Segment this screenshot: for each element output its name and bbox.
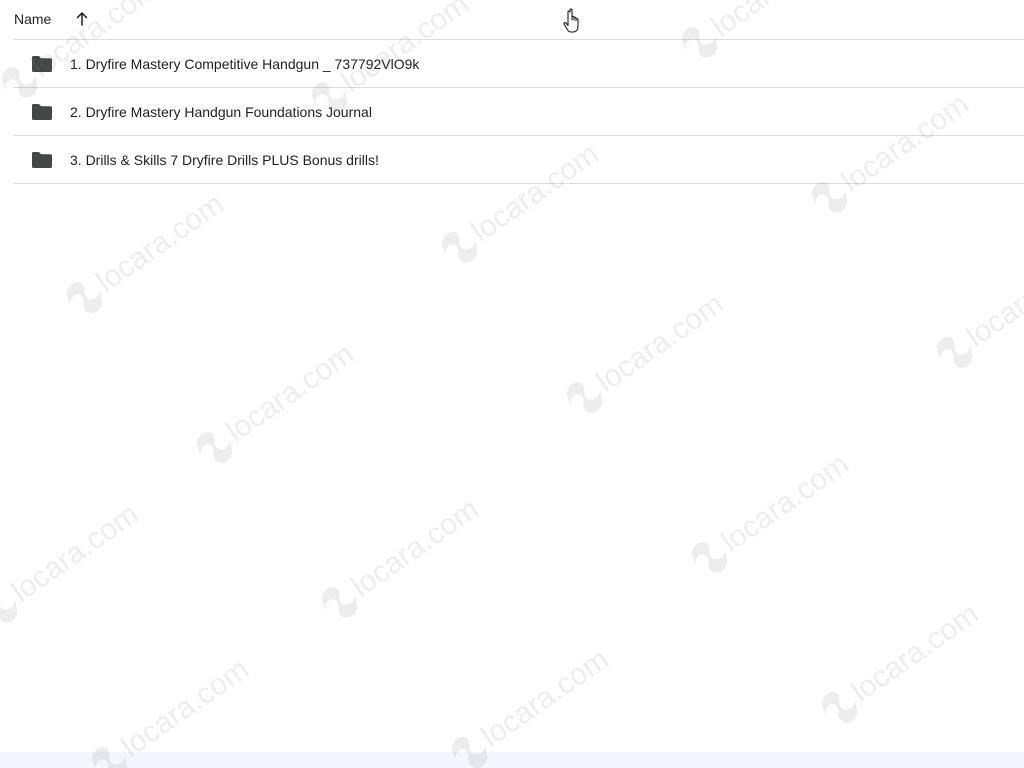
hand-pointer-cursor-icon: [563, 8, 579, 33]
list-item[interactable]: 1. Dryfire Mastery Competitive Handgun _…: [13, 40, 1024, 88]
watermark: locara.com: [0, 497, 145, 623]
watermark-logo-icon: [936, 336, 973, 368]
file-name[interactable]: 2. Dryfire Mastery Handgun Foundations J…: [70, 104, 372, 120]
file-browser: Name 1. Dryfire Mastery Competitive Hand…: [0, 0, 1024, 768]
watermark-logo-icon: [196, 431, 233, 463]
watermark: locara.com: [691, 447, 855, 573]
file-name[interactable]: 1. Dryfire Mastery Competitive Handgun _…: [70, 56, 419, 72]
svg-text:locara.com: locara.com: [476, 642, 615, 753]
svg-text:locara.com: locara.com: [716, 447, 855, 558]
watermark-logo-icon: [821, 691, 858, 723]
watermark: locara.com: [196, 337, 360, 463]
file-name[interactable]: 3. Drills & Skills 7 Dryfire Drills PLUS…: [70, 152, 379, 168]
sort-ascending-arrow-icon[interactable]: [73, 10, 91, 28]
svg-text:locara.com: locara.com: [91, 187, 230, 298]
watermark-logo-icon: [0, 591, 18, 623]
list-item[interactable]: 3. Drills & Skills 7 Dryfire Drills PLUS…: [13, 136, 1024, 184]
watermark-logo-icon: [66, 281, 103, 313]
watermark: locara.com: [821, 597, 985, 723]
watermark: locara.com: [936, 242, 1024, 368]
watermark-logo-icon: [566, 381, 603, 413]
bottom-band: [0, 752, 1024, 768]
svg-text:locara.com: locara.com: [116, 652, 255, 763]
svg-text:locara.com: locara.com: [221, 337, 360, 448]
watermark-logo-icon: [691, 541, 728, 573]
svg-text:locara.com: locara.com: [346, 492, 485, 603]
watermark-logo-icon: [441, 231, 478, 263]
list-item[interactable]: 2. Dryfire Mastery Handgun Foundations J…: [13, 88, 1024, 136]
file-list: 1. Dryfire Mastery Competitive Handgun _…: [13, 40, 1024, 184]
list-header: Name: [0, 0, 1024, 40]
folder-icon: [32, 56, 52, 72]
folder-icon: [32, 152, 52, 168]
svg-text:locara.com: locara.com: [591, 287, 730, 398]
watermark: locara.com: [451, 642, 615, 768]
svg-text:locara.com: locara.com: [846, 597, 985, 708]
watermark: locara.com: [91, 652, 255, 768]
watermark: locara.com: [66, 187, 230, 313]
svg-text:locara.com: locara.com: [961, 242, 1024, 353]
svg-text:locara.com: locara.com: [6, 497, 145, 608]
watermark: locara.com: [321, 492, 485, 618]
folder-icon: [32, 104, 52, 120]
name-column-header[interactable]: Name: [14, 11, 51, 27]
watermark-logo-icon: [321, 586, 358, 618]
watermark: locara.com: [566, 287, 730, 413]
